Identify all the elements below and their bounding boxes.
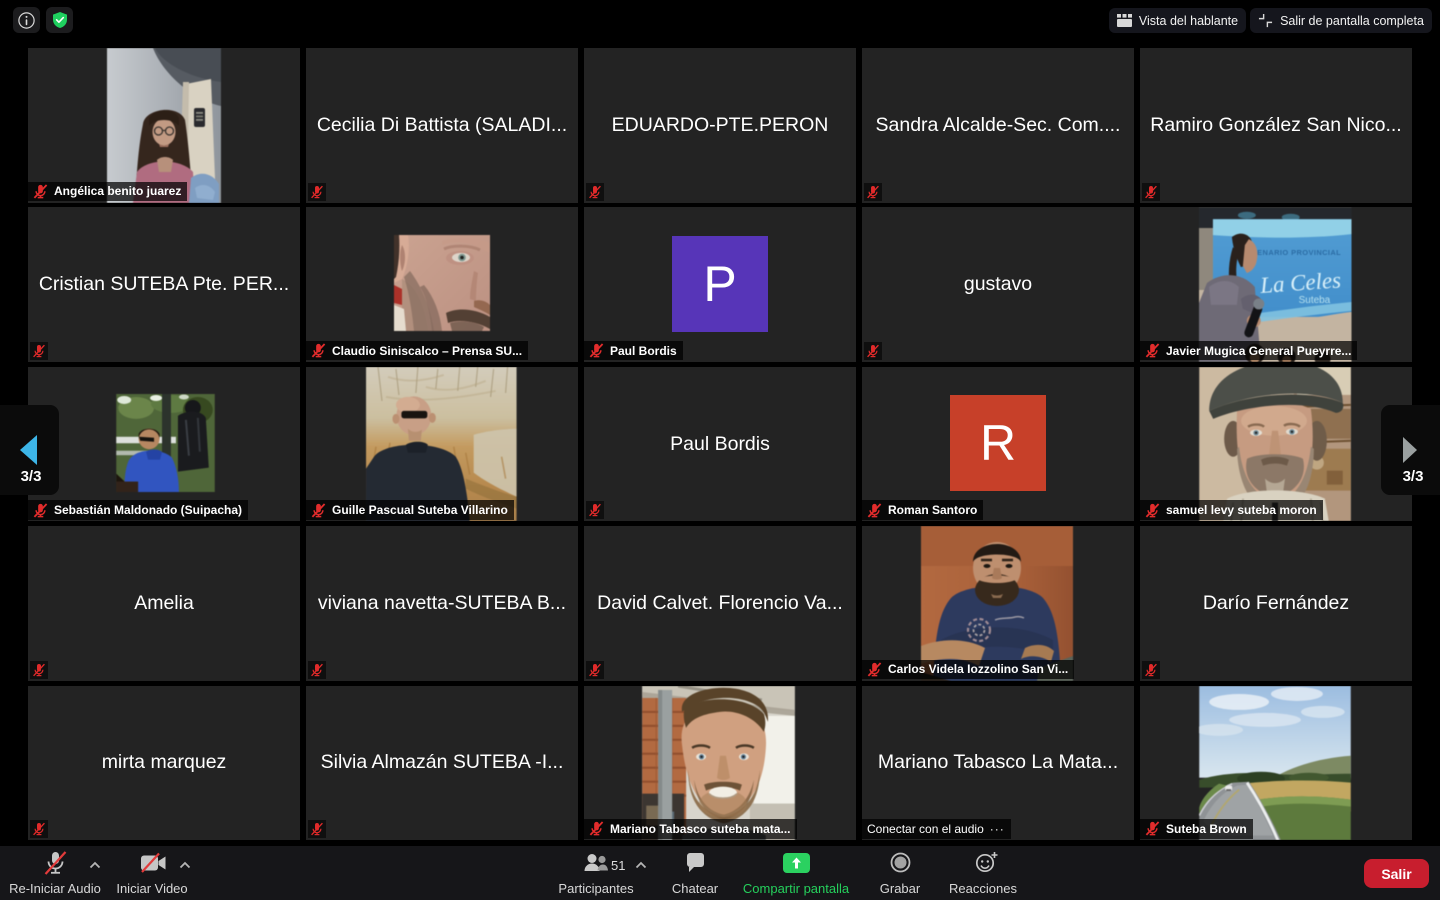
- svg-text:Suteba: Suteba: [1299, 295, 1331, 306]
- svg-text:PLENARIO PROVINCIAL: PLENARIO PROVINCIAL: [1247, 248, 1341, 257]
